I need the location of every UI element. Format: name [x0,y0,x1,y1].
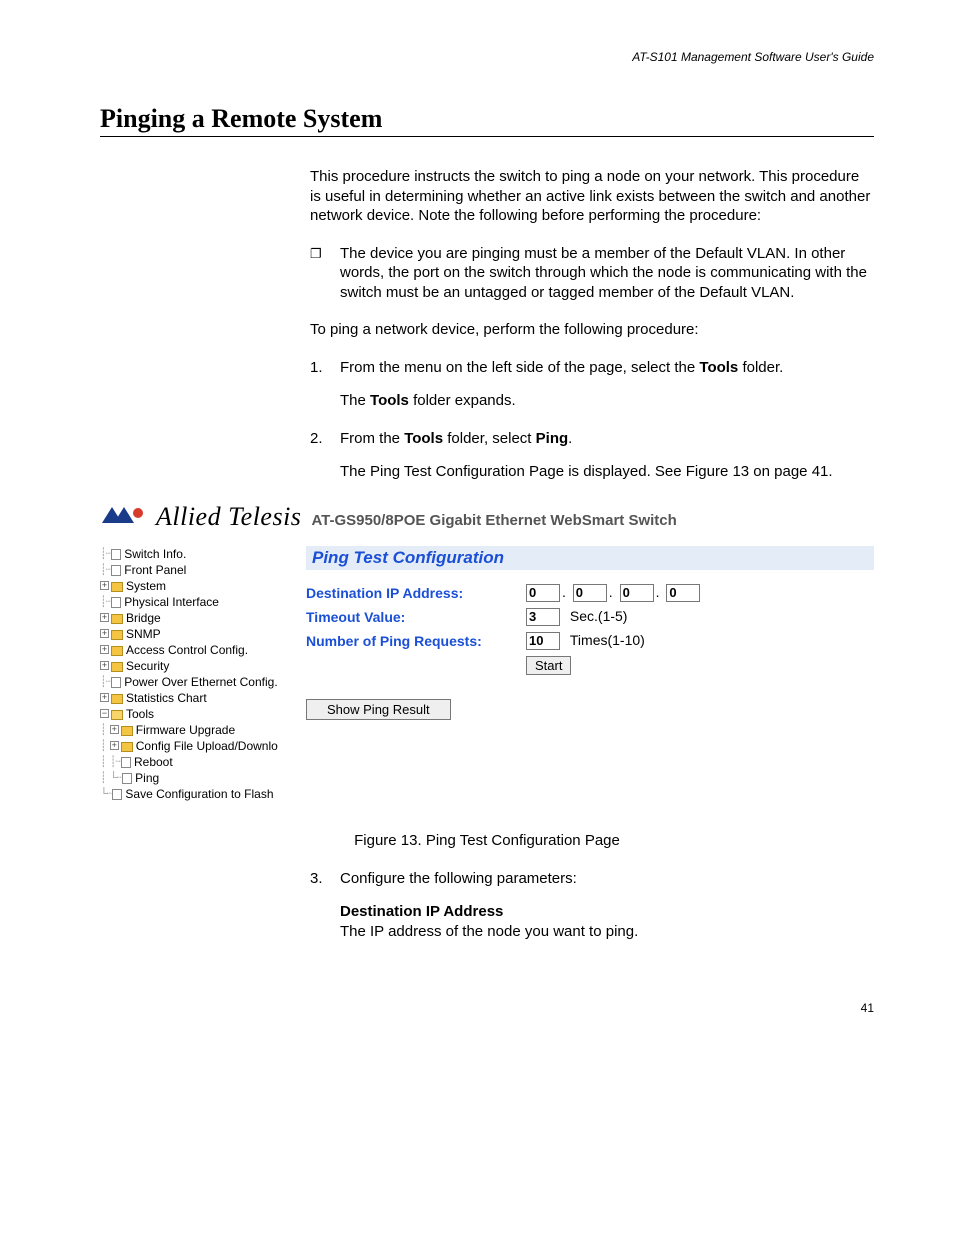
dest-ip-label: Destination IP Address: [306,585,526,601]
ip-octet-3[interactable] [620,584,654,602]
step-number: 2. [310,429,340,449]
page-header: AT-S101 Management Software User's Guide [100,50,874,64]
ip-octet-1[interactable] [526,584,560,602]
start-button[interactable]: Start [526,656,571,675]
tree-item-front-panel[interactable]: ┊┈Front Panel [100,562,300,578]
expand-icon[interactable]: + [100,693,109,702]
nav-tree: ┊┈Switch Info. ┊┈Front Panel +System ┊┈P… [100,546,300,802]
dest-ip-field: . . . [526,584,700,602]
param-title: Destination IP Address [340,903,503,920]
tree-item-snmp[interactable]: +SNMP [100,626,300,642]
collapse-icon[interactable]: − [100,709,109,718]
brand-name: Allied Telesis [156,502,301,532]
timeout-input[interactable] [526,608,560,626]
brand-subtitle: AT-GS950/8POE Gigabit Ethernet WebSmart … [311,512,676,529]
lead-paragraph: To ping a network device, perform the fo… [310,320,874,340]
timeout-unit: Sec.(1-5) [570,608,628,624]
expand-icon[interactable]: + [100,661,109,670]
show-ping-result-button[interactable]: Show Ping Result [306,699,451,720]
timeout-label: Timeout Value: [306,609,526,625]
bullet-marker: ❐ [310,244,340,303]
tree-item-config-file[interactable]: ┊ +Config File Upload/Downlo [100,738,300,754]
tree-item-security[interactable]: +Security [100,658,300,674]
bullet-text: The device you are pinging must be a mem… [340,244,874,303]
expand-icon[interactable]: + [100,629,109,638]
step-number: 1. [310,358,340,378]
tree-item-poe[interactable]: ┊┈Power Over Ethernet Config. [100,674,300,690]
app-screenshot: Allied Telesis AT-GS950/8POE Gigabit Eth… [100,502,874,802]
tree-item-save[interactable]: └┈Save Configuration to Flash [100,786,300,802]
ip-octet-2[interactable] [573,584,607,602]
tree-item-switch-info[interactable]: ┊┈Switch Info. [100,546,300,562]
tree-item-bridge[interactable]: +Bridge [100,610,300,626]
ping-count-label: Number of Ping Requests: [306,633,526,649]
step-3-text: Configure the following parameters: [340,869,577,889]
expand-icon[interactable]: + [110,725,119,734]
expand-icon[interactable]: + [100,613,109,622]
tree-item-reboot[interactable]: ┊ ┊┈Reboot [100,754,300,770]
intro-paragraph: This procedure instructs the switch to p… [310,167,874,226]
panel-title: Ping Test Configuration [306,546,874,570]
expand-icon[interactable]: + [100,645,109,654]
tree-item-access-control[interactable]: +Access Control Config. [100,642,300,658]
tree-item-tools[interactable]: −Tools [100,706,300,722]
tree-item-physical-interface[interactable]: ┊┈Physical Interface [100,594,300,610]
tree-item-ping[interactable]: ┊ └┈Ping [100,770,300,786]
expand-icon[interactable]: + [110,741,119,750]
ip-octet-4[interactable] [666,584,700,602]
brand-logo [100,505,150,525]
step-2-text: From the Tools folder, select Ping. [340,429,572,449]
figure-caption: Figure 13. Ping Test Configuration Page [100,832,874,849]
step-1-sub: The Tools folder expands. [340,391,874,411]
tree-item-statistics[interactable]: +Statistics Chart [100,690,300,706]
step-1-text: From the menu on the left side of the pa… [340,358,783,378]
ping-count-unit: Times(1-10) [570,632,645,648]
param-desc: The IP address of the node you want to p… [340,923,638,940]
tree-item-system[interactable]: +System [100,578,300,594]
tree-item-firmware[interactable]: ┊ +Firmware Upgrade [100,722,300,738]
section-title: Pinging a Remote System [100,104,874,137]
expand-icon[interactable]: + [100,581,109,590]
step-number: 3. [310,869,340,889]
step-2-sub: The Ping Test Configuration Page is disp… [340,462,874,482]
page-number: 41 [100,1001,874,1015]
ping-count-input[interactable] [526,632,560,650]
param-block: Destination IP Address The IP address of… [340,902,874,941]
